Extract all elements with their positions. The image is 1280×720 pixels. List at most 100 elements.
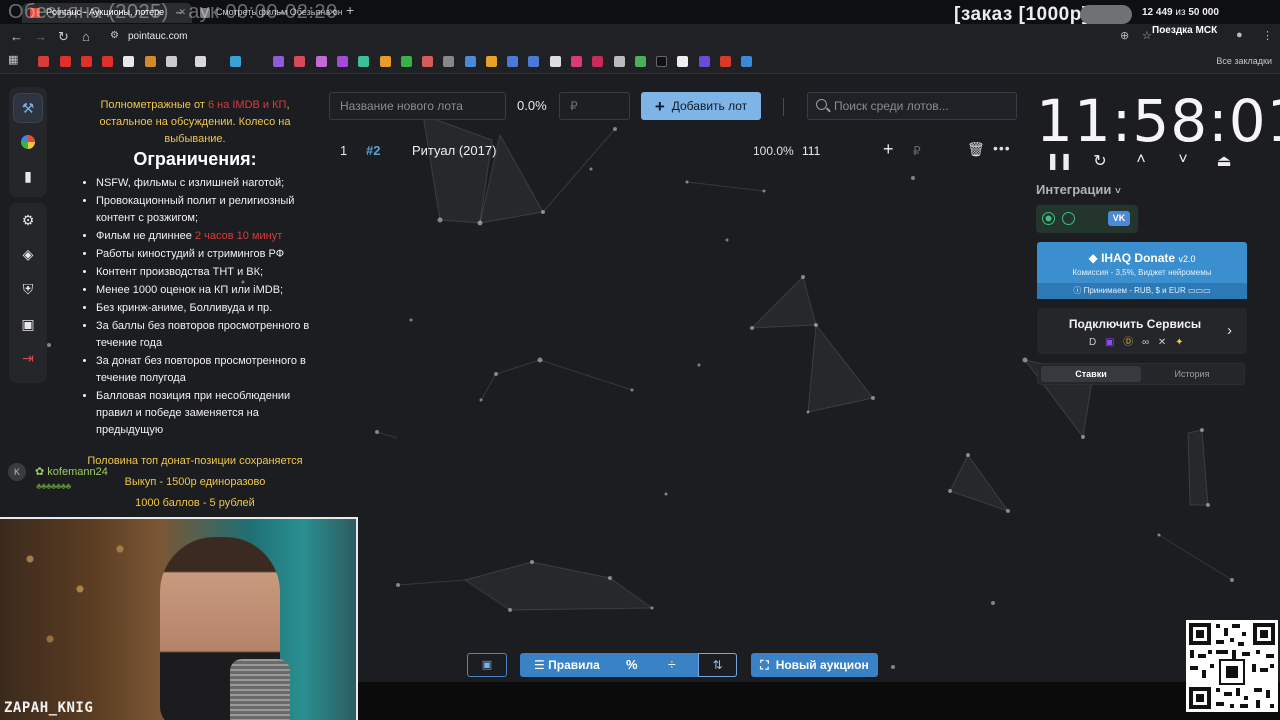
split-icon[interactable]: ÷	[668, 656, 676, 672]
reset-icon[interactable]: ↻	[1088, 151, 1112, 173]
bookmark-icon[interactable]	[614, 56, 625, 67]
search-input[interactable]	[834, 93, 1014, 119]
home-icon[interactable]: ⌂	[82, 29, 90, 44]
bookmark-icon[interactable]	[358, 56, 369, 67]
new-lot-name-input[interactable]	[329, 92, 506, 120]
bookmark-icon[interactable]	[145, 56, 156, 67]
bookmark-icon[interactable]	[380, 56, 391, 67]
microphone-icon	[230, 659, 290, 720]
integration-status-icon[interactable]	[1062, 212, 1075, 225]
bookmark-icon[interactable]	[677, 56, 688, 67]
chevron-down-icon[interactable]: ˅	[1171, 151, 1195, 173]
tab-history[interactable]: История	[1142, 366, 1242, 382]
service-icons: D ▣ Ⓓ ∞ ✕ ✦	[1089, 337, 1187, 348]
table-row[interactable]: 1 #2 Ритуал (2017) 100.0% 111 + ₽ 🗑 •••	[329, 137, 1019, 165]
address-bar: ← → ↻ ⌂ ⚙ pointauc.com ⊕ ☆ ● ⋮	[0, 24, 1280, 50]
video-icon: ▣	[21, 315, 35, 332]
site-info-icon[interactable]: ⚙	[110, 30, 119, 41]
menu-icon[interactable]: ⋮	[1262, 29, 1273, 42]
add-lot-button[interactable]: + Добавить лот	[641, 92, 761, 120]
trip-label: Поездка МСК	[1152, 25, 1218, 36]
bookmark-icon[interactable]	[550, 56, 561, 67]
back-icon[interactable]: ←	[10, 29, 23, 44]
bookmark-icon[interactable]	[741, 56, 752, 67]
rules-button[interactable]: ☰ Правила	[534, 658, 600, 672]
integration-status-icon[interactable]	[1042, 212, 1055, 225]
tab-bets[interactable]: Ставки	[1041, 366, 1141, 382]
new-auction-button[interactable]: ⛶ Новый аукцион	[751, 653, 878, 677]
bookmark-icon[interactable]	[635, 56, 646, 67]
rule-item: Фильм не длиннее 2 часов 10 минут	[96, 228, 310, 245]
bookmark-icon[interactable]	[528, 56, 539, 67]
bookmark-icon[interactable]	[422, 56, 433, 67]
sidebar-item-logout[interactable]: ⇥	[13, 343, 43, 373]
delete-icon[interactable]: 🗑	[967, 141, 985, 158]
sort-icon[interactable]: ⇅	[698, 653, 737, 677]
bookmark-icon[interactable]	[195, 56, 206, 67]
bookmark-icon[interactable]	[656, 56, 667, 67]
connect-services-button[interactable]: Подключить Сервисы D ▣ Ⓓ ∞ ✕ ✦ ›	[1037, 308, 1247, 354]
bookmark-icon[interactable]	[252, 56, 263, 67]
sidebar-item-wheel[interactable]	[13, 127, 43, 157]
url-field[interactable]: ⚙ pointauc.com	[104, 27, 1104, 47]
more-options-icon[interactable]: •••	[993, 140, 1011, 156]
bookmark-icon[interactable]	[38, 56, 49, 67]
vk-icon[interactable]: VK	[1108, 211, 1130, 226]
bookmark-icon[interactable]	[81, 56, 92, 67]
order-label: [заказ [1000р]	[954, 4, 1089, 25]
forward-icon[interactable]: →	[34, 29, 47, 44]
eject-icon[interactable]: ⏏	[1212, 151, 1236, 173]
bookmark-star-icon[interactable]: ☆	[1142, 29, 1152, 42]
bookmark-icon[interactable]	[60, 56, 71, 67]
sidebar-item-auction[interactable]: ⚒	[13, 93, 43, 123]
bookmark-icon[interactable]	[337, 56, 348, 67]
sidebar-item-layers[interactable]: ◈	[13, 239, 43, 269]
lot-search[interactable]	[807, 92, 1017, 120]
add-amount-icon[interactable]: +	[883, 139, 894, 160]
bookmark-icon[interactable]	[571, 56, 582, 67]
translate-icon[interactable]: ⊕	[1120, 29, 1129, 42]
string-lights	[0, 519, 150, 720]
streamer-name: ZAPAH_KNIG	[4, 700, 94, 716]
chevron-up-icon[interactable]: ˄	[1129, 151, 1153, 173]
hammer-icon: ⚒	[21, 99, 35, 116]
sidebar-item-video[interactable]: ▣	[13, 309, 43, 339]
new-tab-icon[interactable]: +	[346, 2, 354, 18]
layers-icon: ◈	[22, 245, 34, 262]
bookmark-icon[interactable]	[592, 56, 603, 67]
plus-icon: +	[654, 96, 665, 116]
lot-rub-input[interactable]: ₽	[913, 144, 921, 158]
percent-button[interactable]: %	[626, 657, 638, 672]
chat-username: ✿ kofemann24	[35, 466, 108, 478]
save-button[interactable]: ▣	[467, 653, 507, 677]
bookmark-icon[interactable]	[401, 56, 412, 67]
reload-icon[interactable]: ↻	[58, 29, 69, 45]
rules-footer: Половина топ донат-позиции сохраняется В…	[87, 455, 303, 509]
bookmark-icon[interactable]	[102, 56, 113, 67]
lot-amount-input[interactable]	[559, 92, 630, 120]
bookmark-icon[interactable]	[230, 56, 241, 67]
bookmark-icon[interactable]	[443, 56, 454, 67]
sidebar-item-security[interactable]: ⛨	[13, 274, 43, 304]
sidebar-item-stats[interactable]: ▮	[13, 161, 43, 191]
ihaq-donate-banner[interactable]: ◆ IHAQ Donate v2.0 Комиссия - 3,5%, Видж…	[1037, 242, 1247, 299]
bookmark-icon[interactable]	[316, 56, 327, 67]
bookmark-icon[interactable]	[123, 56, 134, 67]
bookmark-icon[interactable]	[699, 56, 710, 67]
profile-icon[interactable]: ●	[1236, 29, 1243, 41]
bookmark-icon[interactable]	[486, 56, 497, 67]
bookmark-icon[interactable]	[720, 56, 731, 67]
bookmark-icon[interactable]	[507, 56, 518, 67]
integrations-toggle[interactable]: Интеграции ˅	[1036, 182, 1121, 197]
bookmark-icon[interactable]	[294, 56, 305, 67]
pause-icon[interactable]: ❚❚	[1046, 151, 1073, 173]
donation-goal: 12 449 из 50 000	[1142, 7, 1219, 18]
bookmark-icon[interactable]	[465, 56, 476, 67]
apps-grid-icon[interactable]: ▦	[8, 53, 18, 66]
sidebar-item-settings[interactable]: ⚙	[13, 205, 43, 235]
bookmark-icon[interactable]	[273, 56, 284, 67]
bookmark-icon[interactable]	[166, 56, 177, 67]
stream-title-overlay: Обезьяна (2025) - аук 00:00-02:20	[8, 1, 338, 23]
all-bookmarks-link[interactable]: Все закладки	[1216, 56, 1272, 66]
rules-list: NSFW, фильмы с излишней наготой; Провока…	[96, 175, 310, 439]
